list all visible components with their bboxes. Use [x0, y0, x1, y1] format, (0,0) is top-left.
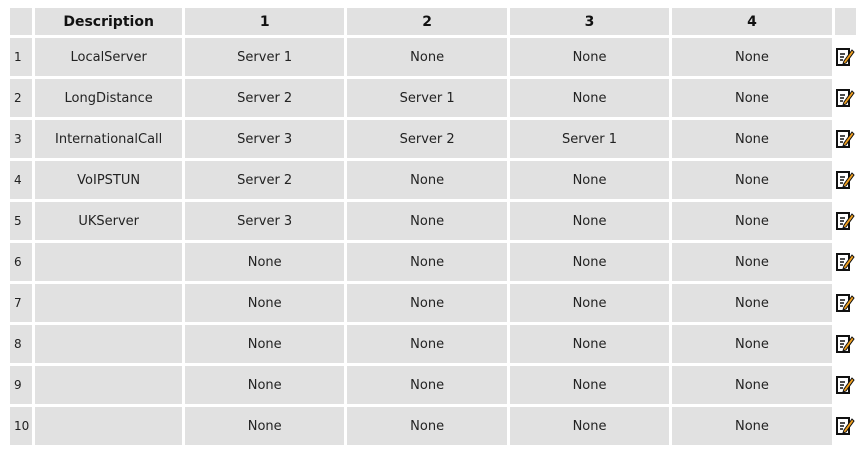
row-server-2: None — [347, 202, 507, 240]
row-description: VoIPSTUN — [35, 161, 182, 199]
row-number: 5 — [10, 202, 33, 240]
row-server-4: None — [672, 202, 832, 240]
row-server-2: None — [347, 38, 507, 76]
row-server-3: None — [509, 38, 670, 76]
row-server-1: Server 2 — [184, 79, 345, 117]
row-server-3: None — [509, 161, 670, 199]
row-server-2: None — [347, 161, 507, 199]
edit-icon[interactable] — [835, 292, 855, 314]
row-server-2: Server 2 — [347, 120, 507, 158]
row-description: LocalServer — [35, 38, 182, 76]
edit-icon[interactable] — [835, 374, 855, 396]
edit-icon[interactable] — [835, 128, 855, 150]
row-edit-cell — [834, 79, 856, 117]
row-server-3: None — [509, 79, 670, 117]
row-server-2: None — [347, 366, 507, 404]
row-description — [35, 284, 182, 322]
header-server-2: 2 — [347, 8, 507, 35]
row-number: 6 — [10, 243, 33, 281]
row-edit-cell — [834, 120, 856, 158]
row-server-3: None — [509, 407, 670, 445]
row-number: 7 — [10, 284, 33, 322]
row-edit-cell — [834, 366, 856, 404]
row-description — [35, 325, 182, 363]
row-edit-cell — [834, 243, 856, 281]
header-server-4: 4 — [672, 8, 832, 35]
table-row: 2 LongDistance Server 2 Server 1 None No… — [10, 79, 856, 117]
row-server-1: None — [184, 366, 345, 404]
edit-icon[interactable] — [835, 415, 855, 437]
edit-icon[interactable] — [835, 333, 855, 355]
row-server-3: None — [509, 243, 670, 281]
row-edit-cell — [834, 161, 856, 199]
row-number: 2 — [10, 79, 33, 117]
table-row: 6 None None None None — [10, 243, 856, 281]
row-server-2: None — [347, 284, 507, 322]
row-edit-cell — [834, 202, 856, 240]
row-server-1: Server 3 — [184, 120, 345, 158]
row-server-1: Server 3 — [184, 202, 345, 240]
edit-icon[interactable] — [835, 87, 855, 109]
header-server-3: 3 — [509, 8, 670, 35]
edit-icon[interactable] — [835, 169, 855, 191]
row-server-4: None — [672, 161, 832, 199]
row-number: 10 — [10, 407, 33, 445]
row-server-3: None — [509, 325, 670, 363]
row-server-4: None — [672, 284, 832, 322]
row-description: UKServer — [35, 202, 182, 240]
row-server-3: Server 1 — [509, 120, 670, 158]
row-number: 3 — [10, 120, 33, 158]
row-server-4: None — [672, 325, 832, 363]
row-edit-cell — [834, 284, 856, 322]
row-server-4: None — [672, 120, 832, 158]
row-number: 9 — [10, 366, 33, 404]
edit-icon[interactable] — [835, 46, 855, 68]
table-row: 5 UKServer Server 3 None None None — [10, 202, 856, 240]
table-row: 1 LocalServer Server 1 None None None — [10, 38, 856, 76]
header-description: Description — [35, 8, 182, 35]
row-server-2: Server 1 — [347, 79, 507, 117]
row-edit-cell — [834, 38, 856, 76]
table-header-row: Description 1 2 3 4 — [10, 8, 856, 35]
row-server-2: None — [347, 407, 507, 445]
row-server-1: Server 1 — [184, 38, 345, 76]
table-row: 7 None None None None — [10, 284, 856, 322]
row-description — [35, 366, 182, 404]
header-edit — [834, 8, 856, 35]
row-edit-cell — [834, 325, 856, 363]
table-row: 9 None None None None — [10, 366, 856, 404]
row-number: 4 — [10, 161, 33, 199]
header-index — [10, 8, 33, 35]
row-description — [35, 407, 182, 445]
table-row: 8 None None None None — [10, 325, 856, 363]
row-server-4: None — [672, 38, 832, 76]
row-description: LongDistance — [35, 79, 182, 117]
routing-table: Description 1 2 3 4 1 LocalServer Server… — [7, 5, 859, 448]
row-server-4: None — [672, 243, 832, 281]
row-edit-cell — [834, 407, 856, 445]
row-server-4: None — [672, 79, 832, 117]
table-row: 4 VoIPSTUN Server 2 None None None — [10, 161, 856, 199]
row-server-1: None — [184, 325, 345, 363]
edit-icon[interactable] — [835, 251, 855, 273]
row-description: InternationalCall — [35, 120, 182, 158]
table-row: 3 InternationalCall Server 3 Server 2 Se… — [10, 120, 856, 158]
header-server-1: 1 — [184, 8, 345, 35]
row-description — [35, 243, 182, 281]
row-server-1: Server 2 — [184, 161, 345, 199]
row-server-3: None — [509, 366, 670, 404]
row-server-1: None — [184, 243, 345, 281]
table-row: 10 None None None None — [10, 407, 856, 445]
row-server-2: None — [347, 325, 507, 363]
row-server-4: None — [672, 407, 832, 445]
edit-icon[interactable] — [835, 210, 855, 232]
row-number: 1 — [10, 38, 33, 76]
row-server-2: None — [347, 243, 507, 281]
row-server-4: None — [672, 366, 832, 404]
row-server-1: None — [184, 407, 345, 445]
row-server-3: None — [509, 284, 670, 322]
row-number: 8 — [10, 325, 33, 363]
row-server-1: None — [184, 284, 345, 322]
row-server-3: None — [509, 202, 670, 240]
